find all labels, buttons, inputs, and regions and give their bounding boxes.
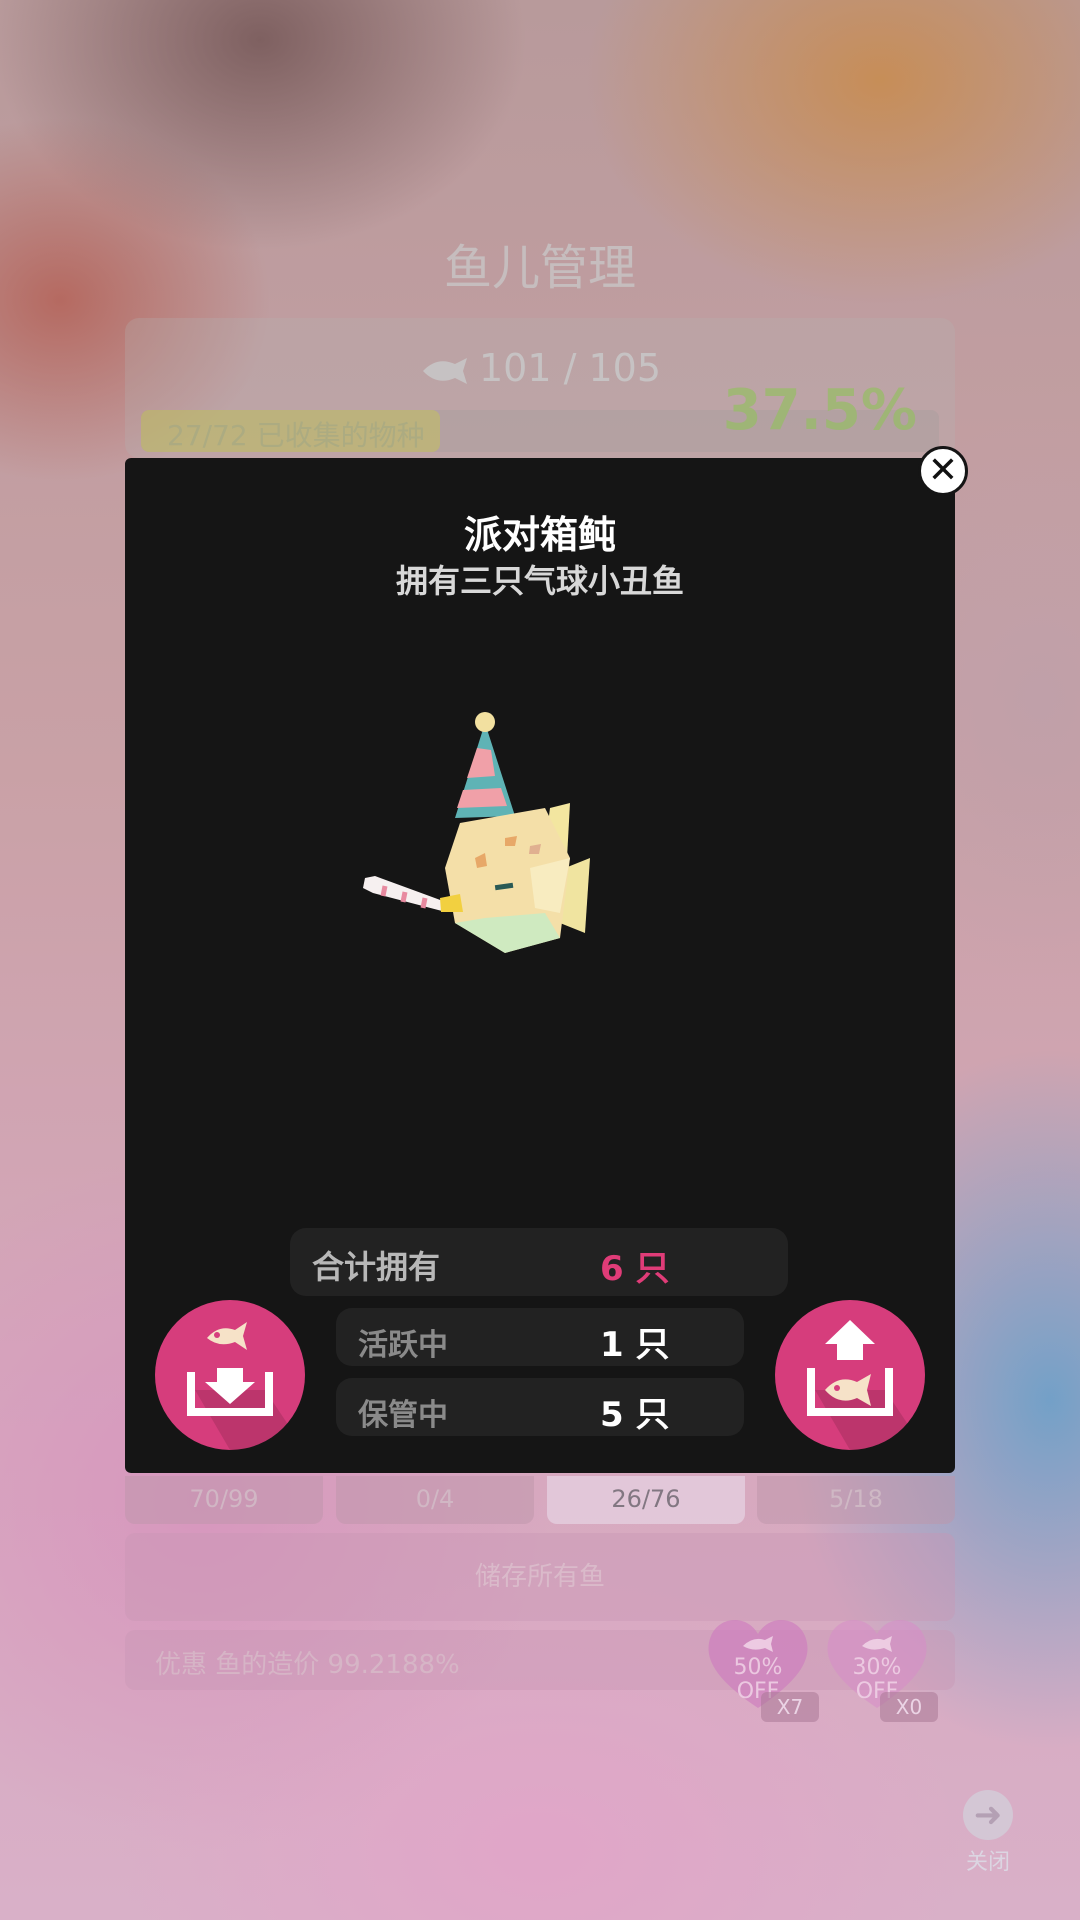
close-icon[interactable]: ✕	[918, 446, 968, 496]
fish-name: 派对箱鲀	[463, 513, 616, 557]
fish-release-icon	[807, 1320, 925, 1450]
fish-count-value: 101 / 105	[478, 346, 662, 390]
close-page-label: 关闭	[965, 1850, 1010, 1875]
total-owned-value: 6 只	[600, 1249, 670, 1289]
species-percent: 37.5%	[722, 378, 917, 443]
close-page-button[interactable]: ➜ 关闭	[958, 1790, 1018, 1876]
total-owned-row: 合计拥有 6 只	[290, 1228, 788, 1296]
coupon-count: X7	[761, 1692, 819, 1722]
tab-2[interactable]: 0/4	[336, 1476, 534, 1524]
fish-description: 拥有三只气球小丑鱼	[395, 562, 684, 600]
stored-value: 5 只	[600, 1395, 670, 1435]
coupon-30-off[interactable]: 30% OFF X0	[822, 1612, 938, 1722]
page-title: 鱼儿管理	[443, 240, 636, 296]
arrow-right-icon: ➜	[963, 1790, 1013, 1840]
store-all-button[interactable]: 储存所有鱼	[125, 1533, 955, 1621]
release-fish-button[interactable]	[775, 1300, 925, 1450]
active-label: 活跃中	[358, 1328, 448, 1363]
collection-panel: 101 / 105 27/72 已收集的物种 37.5%	[125, 318, 955, 458]
active-row: 活跃中 1 只	[336, 1308, 744, 1366]
species-progress-label: 27/72 已收集的物种	[167, 419, 425, 452]
party-boxfish-illustration	[363, 712, 590, 953]
fish-store-icon	[187, 1322, 305, 1450]
active-value: 1 只	[600, 1325, 670, 1365]
fish-icon	[422, 357, 467, 384]
stored-label: 保管中	[358, 1398, 448, 1433]
tab-4[interactable]: 5/18	[757, 1476, 955, 1524]
store-fish-button[interactable]	[155, 1300, 305, 1450]
tab-3[interactable]: 26/76	[547, 1476, 745, 1524]
coupon-count: X0	[880, 1692, 938, 1722]
tank-tabs: 70/99 0/4 26/76 5/18	[125, 1476, 955, 1524]
discount-label: 优惠 鱼的造价 99.2188%	[155, 1650, 460, 1680]
coupon-50-off[interactable]: 50% OFF X7	[703, 1612, 819, 1722]
total-owned-label: 合计拥有	[312, 1248, 441, 1286]
fish-detail-modal: 派对箱鲀 拥有三只气球小丑鱼 合计拥有 6 只 活跃中 1 只 保管中 5 只	[125, 458, 955, 1473]
tab-1[interactable]: 70/99	[125, 1476, 323, 1524]
stored-row: 保管中 5 只	[336, 1378, 744, 1436]
